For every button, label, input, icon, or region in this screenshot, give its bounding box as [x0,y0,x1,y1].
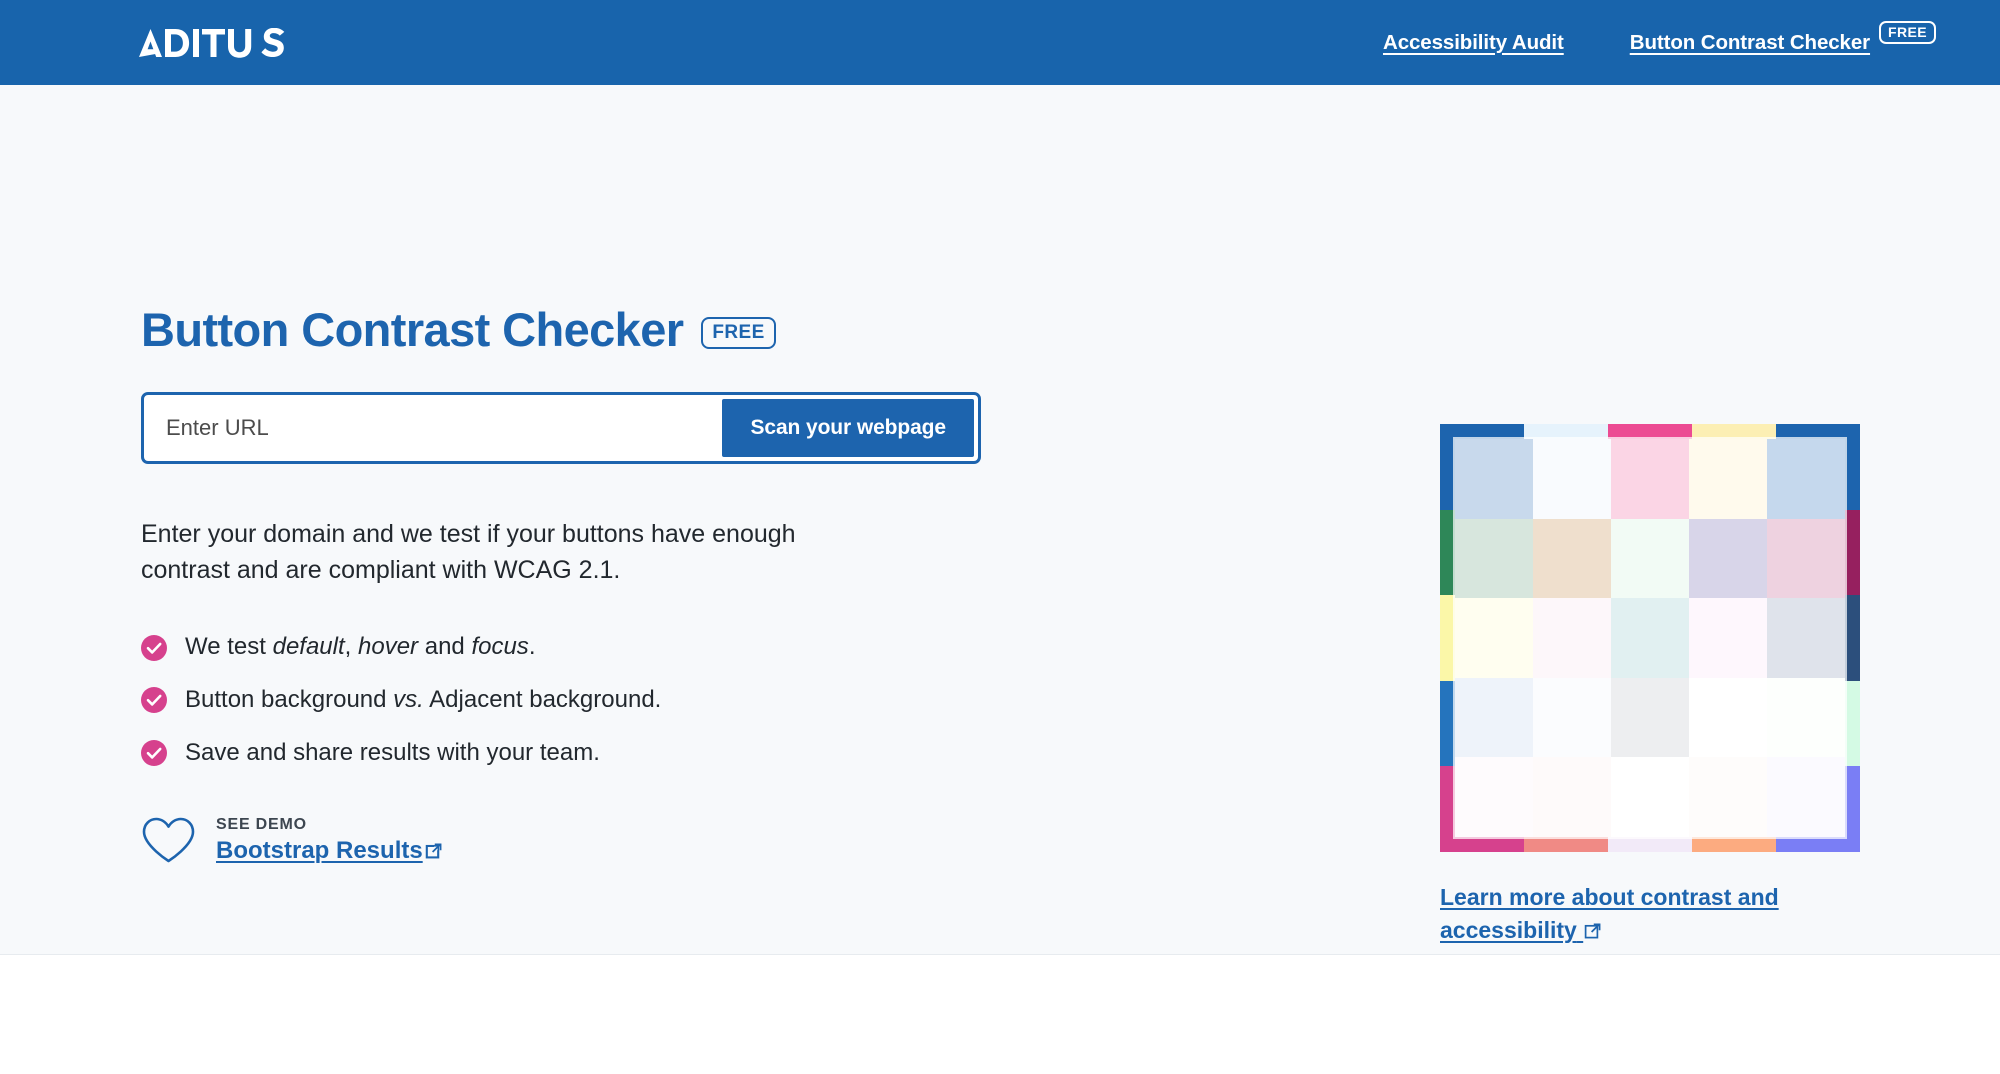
feature-item: We test default, hover and focus. [141,633,1291,662]
bootstrap-results-link-label: Bootstrap Results [216,836,423,864]
url-input[interactable] [144,394,723,461]
feature-text: Button background vs. Adjacent backgroun… [185,685,662,713]
swatch-inner-cell [1611,439,1689,519]
site-header: Accessibility Audit Button Contrast Chec… [0,0,2000,85]
hero-left-column: Button Contrast Checker FREE Scan your w… [141,85,1291,954]
swatch-inner-cell [1689,677,1767,758]
feature-text: Save and share results with your team. [185,738,600,766]
swatch-inner-cell [1689,518,1767,599]
check-circle-icon [141,740,167,767]
heart-icon [141,816,196,865]
swatch-inner-cell [1455,757,1533,837]
external-link-icon [1577,917,1601,943]
page-title-row: Button Contrast Checker FREE [141,304,1291,356]
swatch-inner-cell [1767,439,1845,519]
header-nav: Accessibility Audit Button Contrast Chec… [1383,21,1946,55]
swatch-inner-cell [1611,757,1689,837]
swatch-inner-cell [1611,677,1689,758]
check-circle-icon [141,687,167,714]
swatch-inner-cell [1455,518,1533,599]
swatch-inner-cell [1533,598,1611,678]
swatch-inner-cell [1455,598,1533,678]
swatch-inner-cell [1767,598,1845,678]
check-circle-icon [141,634,167,661]
feature-list: We test default, hover and focus. Button… [141,633,1291,767]
color-contrast-swatch-grid [1440,424,1860,852]
swatch-inner-cell [1533,757,1611,837]
swatch-inner-cell [1689,439,1767,519]
nav-item-accessibility-audit[interactable]: Accessibility Audit [1383,31,1564,55]
nav-item-button-contrast-checker[interactable]: Button Contrast Checker FREE [1630,21,1936,55]
nav-free-badge: FREE [1879,21,1936,44]
nav-link-button-contrast-checker[interactable]: Button Contrast Checker [1630,31,1870,55]
page-title-free-badge: FREE [701,316,776,349]
hero-description: Enter your domain and we test if your bu… [141,519,796,585]
see-demo-block: SEE DEMO Bootstrap Results [141,816,1291,865]
hero-right-column: Learn more about contrast and accessibil… [1440,424,1860,946]
swatch-inner-cell [1533,439,1611,519]
bootstrap-results-link[interactable]: Bootstrap Results [216,837,442,865]
swatch-inner-cell [1533,518,1611,599]
swatch-inner-cell [1455,677,1533,758]
swatch-inner-cell [1767,677,1845,758]
scan-form: Scan your webpage [141,391,981,464]
swatch-inner-cell [1767,518,1845,599]
swatch-inner-cell [1689,757,1767,837]
learn-more-link-label: Learn more about contrast and accessibil… [1440,884,1779,943]
external-link-icon [425,837,442,865]
swatch-inner-cell [1689,598,1767,678]
feature-item: Save and share results with your team. [141,739,1291,768]
swatch-inner-cell [1533,677,1611,758]
swatch-inner-cell [1611,518,1689,599]
brand-home-link[interactable] [138,0,288,85]
feature-item: Button background vs. Adjacent backgroun… [141,686,1291,715]
nav-link-accessibility-audit[interactable]: Accessibility Audit [1383,31,1564,55]
swatch-grid-inner [1453,437,1847,839]
learn-more-link[interactable]: Learn more about contrast and accessibil… [1440,881,1780,946]
swatch-inner-cell [1611,598,1689,678]
see-demo-label: SEE DEMO [216,815,307,833]
page-title: Button Contrast Checker [141,303,684,356]
swatch-inner-cell [1455,439,1533,519]
hero-section: Button Contrast Checker FREE Scan your w… [0,85,2000,955]
aditus-logo-icon [138,27,288,58]
scan-button[interactable]: Scan your webpage [722,398,974,457]
feature-text: We test default, hover and focus. [185,633,536,661]
swatch-inner-cell [1767,757,1845,837]
